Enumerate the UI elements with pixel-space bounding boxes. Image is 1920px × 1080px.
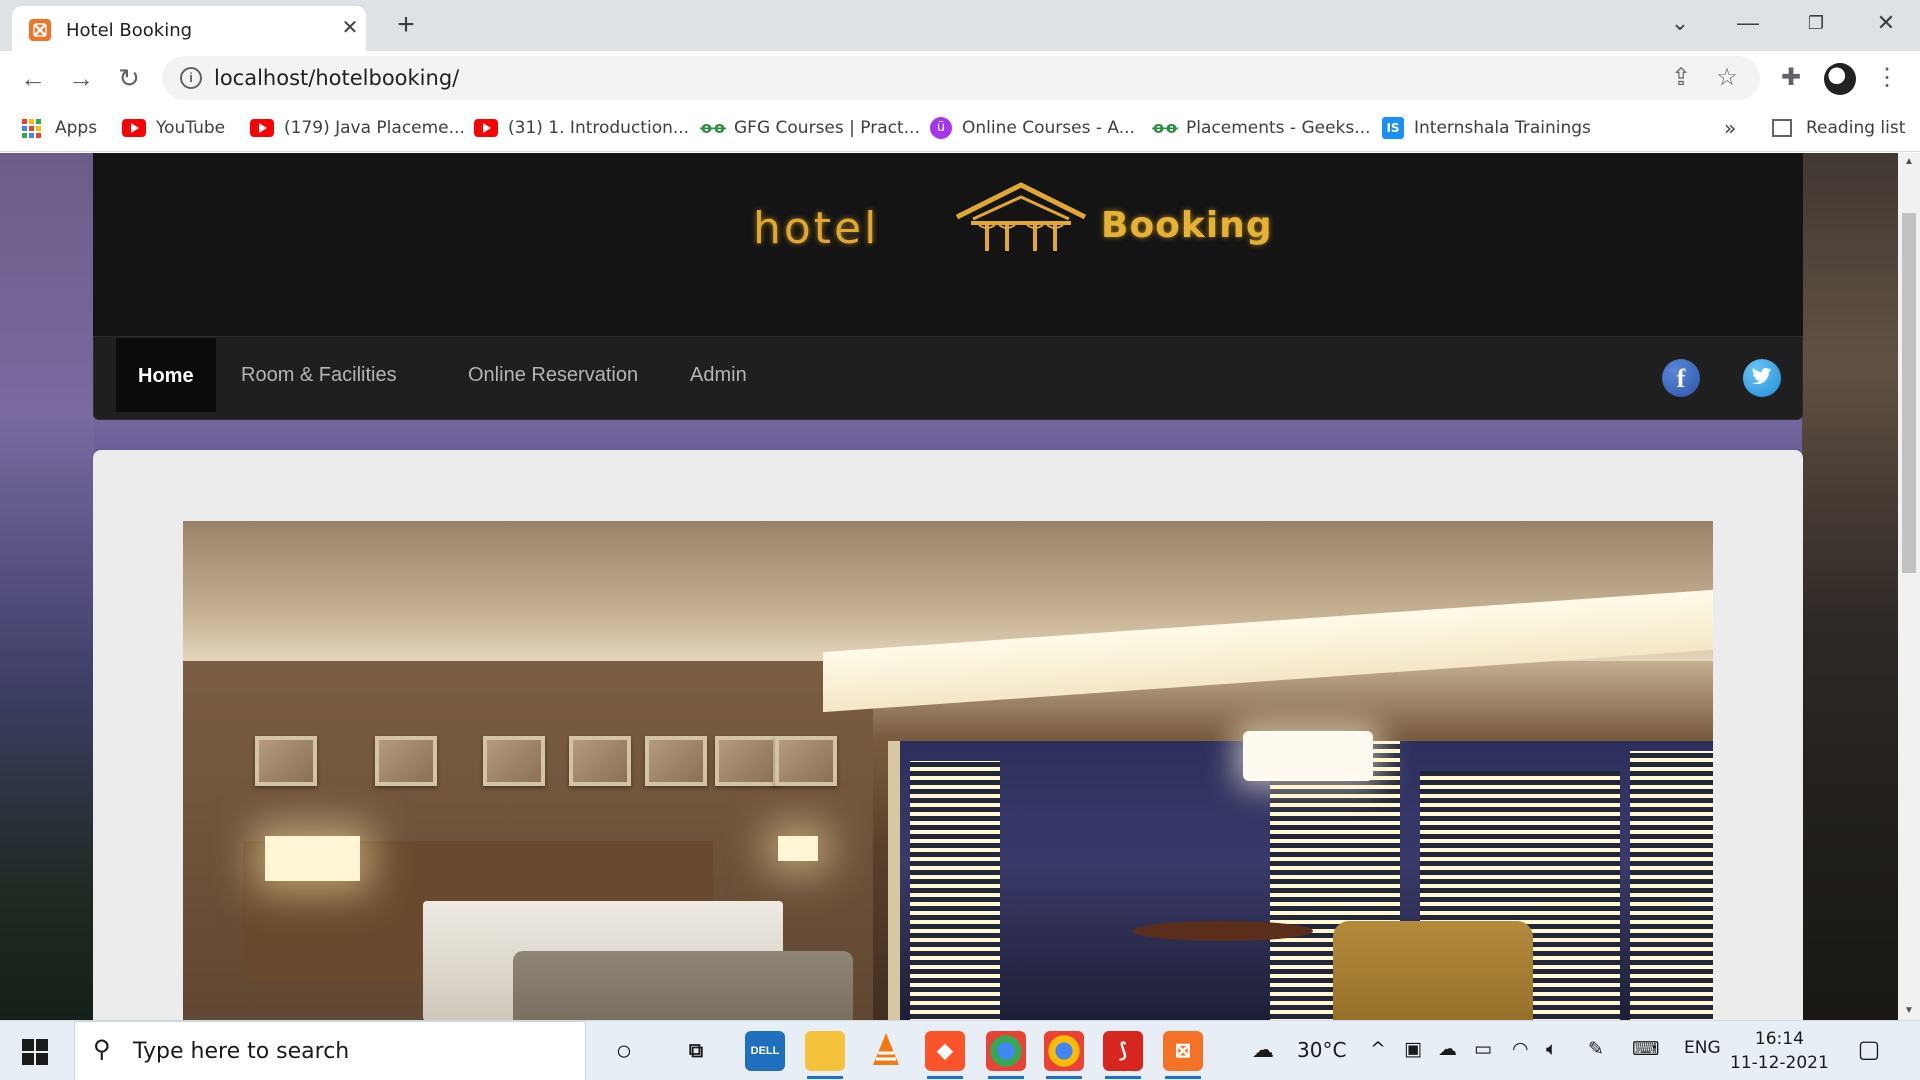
reading-list-icon (1772, 119, 1792, 137)
bookmark-java-placement[interactable]: (179) Java Placeme... (250, 116, 465, 140)
taskbar-search-box[interactable]: ⚲ Type here to search (74, 1021, 586, 1080)
restore-button[interactable]: ❐ (1798, 8, 1834, 38)
forward-button[interactable]: → (64, 61, 98, 95)
nav-admin[interactable]: Admin (668, 337, 769, 413)
search-placeholder: Type here to search (133, 1039, 350, 1064)
bookmark-online-courses[interactable]: ū Online Courses - A... (930, 116, 1135, 140)
nav-online-reservation[interactable]: Online Reservation (446, 337, 660, 413)
xampp-favicon-icon (29, 19, 51, 41)
bookmark-placements-geeks[interactable]: ꝋꝋ Placements - Geeks... (1152, 116, 1370, 140)
tab-close-icon[interactable]: ✕ (338, 16, 362, 40)
tray-overflow-icon[interactable]: ^ (1370, 1038, 1386, 1060)
minimize-button[interactable]: — (1730, 8, 1766, 38)
nav-room-facilities[interactable]: Room & Facilities (219, 337, 419, 413)
extensions-icon[interactable]: ✚ (1776, 63, 1806, 93)
bookmark-star-icon[interactable]: ☆ (1714, 65, 1740, 91)
browser-tab[interactable]: Hotel Booking ✕ (12, 6, 366, 51)
weather-temperature[interactable]: 30°C (1297, 1038, 1346, 1062)
scroll-down-arrow-icon[interactable]: ▼ (1898, 1002, 1920, 1020)
browser-tab-bar: Hotel Booking ✕ + ⌄ — ❐ ✕ (0, 0, 1920, 51)
bookmark-internshala[interactable]: IS Internshala Trainings (1382, 116, 1591, 140)
browser-toolbar: ← → ↻ i localhost/hotelbooking/ ⇪ ☆ ✚ ⋮ (0, 51, 1920, 104)
bookmark-introduction[interactable]: (31) 1. Introduction... (474, 116, 689, 140)
brave-browser-icon[interactable]: ◆ (925, 1031, 965, 1079)
scrollbar-thumb[interactable] (1902, 213, 1916, 573)
acrobat-reader-icon[interactable]: ⟆ (1103, 1031, 1143, 1079)
facebook-icon[interactable]: f (1662, 359, 1700, 397)
site-header: hotel Booking (93, 153, 1803, 336)
main-navbar: Home Room & Facilities Online Reservatio… (93, 336, 1803, 420)
vlc-icon[interactable] (866, 1031, 906, 1071)
volume-icon[interactable]: 🔈︎ (1546, 1038, 1557, 1060)
apps-grid-icon (22, 118, 41, 138)
share-icon[interactable]: ⇪ (1668, 65, 1694, 91)
udemy-icon: ū (930, 117, 952, 139)
reading-list-button[interactable]: Reading list (1772, 116, 1905, 140)
close-window-button[interactable]: ✕ (1868, 8, 1904, 38)
task-view-icon[interactable]: ⧉ (676, 1031, 716, 1071)
internshala-icon: IS (1382, 117, 1404, 139)
url-text[interactable]: localhost/hotelbooking/ (214, 66, 459, 90)
site-info-icon[interactable]: i (180, 67, 202, 89)
twitter-icon[interactable] (1743, 359, 1781, 397)
youtube-icon (474, 119, 498, 137)
scroll-up-arrow-icon[interactable]: ▲ (1898, 153, 1920, 171)
windows-start-button[interactable] (14, 1037, 56, 1067)
youtube-icon (122, 119, 146, 137)
nav-home[interactable]: Home (116, 338, 216, 412)
xampp-icon[interactable]: ⊠ (1163, 1031, 1203, 1079)
background-palm-right (1802, 153, 1898, 1020)
logo-word-booking: Booking (1101, 205, 1273, 246)
youtube-icon (250, 119, 274, 137)
browser-menu-icon[interactable]: ⋮ (1872, 63, 1902, 93)
bookmarks-overflow-button[interactable]: » (1724, 116, 1736, 140)
bookmark-apps[interactable]: Apps (22, 116, 97, 140)
bookmark-youtube[interactable]: YouTube (122, 116, 225, 140)
profile-avatar[interactable] (1824, 63, 1856, 95)
background-palm-left (0, 153, 94, 1020)
language-indicator[interactable]: ENG (1684, 1038, 1721, 1058)
gfg-icon: ꝋꝋ (700, 118, 727, 137)
file-explorer-icon[interactable] (805, 1031, 845, 1079)
bookmarks-bar: Apps YouTube (179) Java Placeme... (31) … (0, 104, 1920, 152)
wifi-icon[interactable]: ◠ (1512, 1038, 1529, 1060)
address-bar[interactable]: i localhost/hotelbooking/ ⇪ ☆ (162, 56, 1760, 100)
battery-icon[interactable]: ▭ (1474, 1038, 1492, 1060)
clock-time: 16:14 (1754, 1029, 1804, 1049)
touch-keyboard-icon[interactable]: ⌨ (1632, 1038, 1659, 1060)
windows-taskbar: ⚲ Type here to search ○ ⧉ DELL ◆ ⟆ ⊠ ☁ 3… (0, 1020, 1920, 1080)
main-content-panel (93, 450, 1803, 1020)
pen-icon[interactable]: ✎ (1588, 1038, 1604, 1060)
chrome-icon[interactable] (1044, 1031, 1084, 1079)
page-scrollbar[interactable]: ▲ ▼ (1898, 153, 1920, 1020)
logo-word-hotel: hotel (753, 203, 880, 254)
new-tab-button[interactable]: + (390, 10, 422, 42)
clock-date: 11-12-2021 (1730, 1053, 1829, 1073)
bookmark-gfg-courses[interactable]: ꝋꝋ GFG Courses | Pract... (700, 116, 920, 140)
cortana-icon[interactable]: ○ (604, 1031, 644, 1071)
notification-center-icon[interactable]: ▢ (1854, 1035, 1884, 1065)
reload-button[interactable]: ↻ (112, 61, 146, 95)
search-icon: ⚲ (93, 1036, 111, 1063)
tab-title: Hotel Booking (66, 20, 193, 41)
gfg-icon: ꝋꝋ (1152, 118, 1179, 137)
page-viewport: hotel Booking Home Room & Facilities Onl… (0, 153, 1898, 1020)
weather-icon[interactable]: ☁ (1252, 1038, 1274, 1063)
hotel-roof-logo-icon (955, 182, 1087, 251)
tab-search-chevron-icon[interactable]: ⌄ (1662, 8, 1698, 38)
system-clock[interactable]: 16:14 11-12-2021 (1730, 1027, 1829, 1075)
back-button[interactable]: ← (16, 61, 50, 95)
site-logo[interactable]: hotel Booking (663, 171, 1272, 261)
hotel-room-hero-image (183, 521, 1713, 1020)
meet-now-icon[interactable]: ▣ (1404, 1038, 1422, 1060)
onedrive-icon[interactable]: ☁ (1438, 1038, 1457, 1060)
dell-app-icon[interactable]: DELL (745, 1031, 785, 1071)
chrome-profile-a-icon[interactable] (986, 1031, 1026, 1079)
